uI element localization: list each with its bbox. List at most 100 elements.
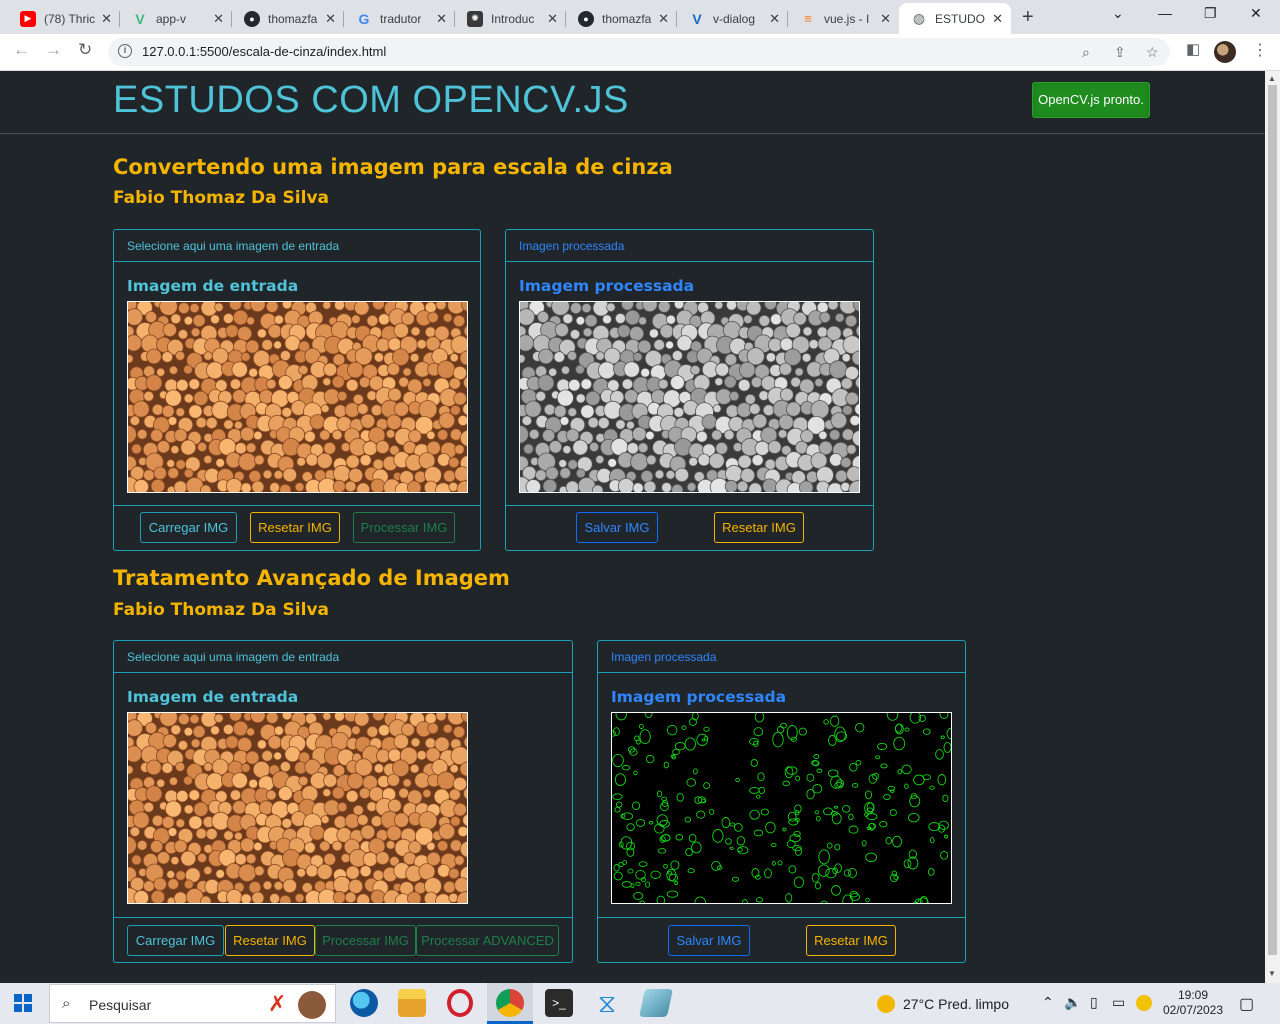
minimize-button[interactable]: — <box>1158 5 1172 21</box>
vue-icon: V <box>135 10 145 27</box>
chrome-app-icon[interactable] <box>496 989 524 1017</box>
browser-tab[interactable]: ● thomazfa ✕ <box>566 3 677 34</box>
close-tab-icon[interactable]: ✕ <box>992 11 1003 27</box>
grayscale-logs-image <box>520 302 859 492</box>
opera-app-icon[interactable] <box>447 989 473 1017</box>
card-header-select-input[interactable]: Selecione aqui uma imagem de entrada <box>114 641 572 673</box>
wood-logs-image <box>128 302 467 492</box>
card-footer: Carregar IMG Resetar IMG Processar IMG <box>114 505 480 550</box>
url-text[interactable]: 127.0.0.1:5500/escala-de-cinza/index.htm… <box>142 44 386 59</box>
card-header-select-input[interactable]: Selecione aqui uma imagem de entrada <box>114 230 480 262</box>
scroll-up-icon[interactable]: ▲ <box>1268 74 1276 83</box>
side-panel-icon[interactable]: ◧ <box>1186 40 1200 58</box>
brand-title[interactable]: ESTUDOS COM OPENCV.JS <box>113 79 629 122</box>
browser-tab-active[interactable]: ◍ ESTUDO ✕ <box>899 3 1011 34</box>
search-placeholder: Pesquisar <box>89 997 152 1013</box>
card-header-processed: Imagen processada <box>598 641 965 673</box>
browser-tab[interactable]: V v-dialog ✕ <box>677 3 788 34</box>
browser-tab[interactable]: ▶ (78) Thric ✕ <box>8 3 120 34</box>
page-viewport: ESTUDOS COM OPENCV.JS OpenCV.js pronto. … <box>0 71 1265 983</box>
processed-contours-image <box>611 712 952 904</box>
close-tab-icon[interactable]: ✕ <box>436 11 447 27</box>
reset-image-button[interactable]: Resetar IMG <box>250 512 340 543</box>
file-explorer-app-icon[interactable] <box>398 989 426 1017</box>
browser-tab[interactable]: V app-v ✕ <box>120 3 232 34</box>
process-advanced-button[interactable]: Processar ADVANCED <box>416 925 559 956</box>
section1-output-card: Imagen processada Imagem processada Salv… <box>505 229 874 551</box>
zoom-icon[interactable]: ⌕ <box>1082 44 1090 61</box>
close-tab-icon[interactable]: ✕ <box>880 11 891 27</box>
terminal-app-icon[interactable]: >_ <box>545 989 573 1017</box>
scroll-down-icon[interactable]: ▼ <box>1268 969 1276 978</box>
search-highlight-icon: ✗ <box>268 991 287 1016</box>
back-icon[interactable]: ← <box>13 40 30 60</box>
process-image-button[interactable]: Processar IMG <box>315 925 416 956</box>
edge-app-icon[interactable] <box>350 989 378 1017</box>
menu-kebab-icon[interactable]: ⋮ <box>1252 40 1268 60</box>
battery-icon[interactable]: ▯ <box>1090 994 1098 1011</box>
scrollbar-thumb[interactable] <box>1268 85 1277 955</box>
tab-search-icon[interactable]: ⌄ <box>1112 5 1124 22</box>
weather-widget[interactable]: 27°C Pred. limpo <box>877 995 1009 1013</box>
load-image-button[interactable]: Carregar IMG <box>140 512 237 543</box>
profile-avatar[interactable] <box>1214 41 1236 63</box>
forward-icon[interactable]: → <box>45 40 62 60</box>
google-icon: G <box>358 10 370 27</box>
input-image <box>127 712 468 904</box>
vuetify-icon: V <box>692 10 702 27</box>
load-image-button[interactable]: Carregar IMG <box>127 925 224 956</box>
windows-start-icon[interactable] <box>14 994 32 1012</box>
restore-button[interactable]: ❐ <box>1204 5 1217 22</box>
update-icon[interactable] <box>1136 995 1152 1011</box>
search-icon: ⌕ <box>62 995 71 1012</box>
browser-tab[interactable]: ≡ vue.js - I ✕ <box>788 3 899 34</box>
github-icon: ● <box>578 10 594 27</box>
page-header: ESTUDOS COM OPENCV.JS OpenCV.js pronto. <box>0 71 1265 134</box>
reset-image-button[interactable]: Resetar IMG <box>225 925 315 956</box>
browser-toolbar: ← → ↻ i 127.0.0.1:5500/escala-de-cinza/i… <box>0 34 1280 71</box>
close-tab-icon[interactable]: ✕ <box>658 11 669 27</box>
site-info-icon[interactable]: i <box>118 44 132 58</box>
app-icon[interactable] <box>639 989 673 1017</box>
github-icon: ● <box>244 10 260 27</box>
reload-icon[interactable]: ↻ <box>78 40 92 60</box>
youtube-icon: ▶ <box>20 10 36 27</box>
system-clock[interactable]: 19:09 02/07/2023 <box>1158 988 1228 1018</box>
browser-tab[interactable]: ● thomazfa ✕ <box>232 3 344 34</box>
share-icon[interactable]: ⇪ <box>1114 44 1126 61</box>
process-image-button[interactable]: Processar IMG <box>353 512 455 543</box>
section2-author: Fabio Thomaz Da Silva <box>113 600 330 620</box>
moon-cloud-icon <box>877 995 895 1013</box>
address-bar[interactable]: i 127.0.0.1:5500/escala-de-cinza/index.h… <box>108 38 1170 66</box>
close-tab-icon[interactable]: ✕ <box>213 11 224 27</box>
save-image-button[interactable]: Salvar IMG <box>668 925 750 956</box>
new-tab-button[interactable]: + <box>1022 6 1034 29</box>
save-image-button[interactable]: Salvar IMG <box>576 512 658 543</box>
card-header-processed: Imagen processada <box>506 230 873 262</box>
taskbar-search-box[interactable]: ⌕ Pesquisar ✗ <box>49 984 336 1023</box>
reset-image-button[interactable]: Resetar IMG <box>714 512 804 543</box>
network-icon[interactable]: ▭ <box>1112 994 1125 1011</box>
reset-image-button[interactable]: Resetar IMG <box>806 925 896 956</box>
page-scrollbar[interactable]: ▲ ▼ <box>1265 71 1280 983</box>
section1-author: Fabio Thomaz Da Silva <box>113 188 330 208</box>
card-footer: Salvar IMG Resetar IMG <box>506 505 873 550</box>
globe-icon: ◍ <box>912 10 926 26</box>
volume-icon[interactable]: 🔈 <box>1064 994 1081 1011</box>
browser-tab[interactable]: ✺ Introduc ✕ <box>455 3 566 34</box>
browser-tab[interactable]: G tradutor ✕ <box>344 3 455 34</box>
close-tab-icon[interactable]: ✕ <box>547 11 558 27</box>
browser-tab-strip: ▶ (78) Thric ✕ V app-v ✕ ● thomazfa ✕ G … <box>0 0 1280 34</box>
show-hidden-icons[interactable]: ⌃ <box>1042 994 1054 1011</box>
close-tab-icon[interactable]: ✕ <box>101 11 112 27</box>
card-title-processed-image: Imagem processada <box>611 688 787 706</box>
bookmark-star-icon[interactable]: ☆ <box>1146 44 1159 61</box>
close-tab-icon[interactable]: ✕ <box>325 11 336 27</box>
card-footer: Carregar IMG Resetar IMG Processar IMG P… <box>114 917 572 962</box>
vscode-app-icon[interactable]: ⧖ <box>593 989 621 1017</box>
close-tab-icon[interactable]: ✕ <box>769 11 780 27</box>
close-window-button[interactable]: ✕ <box>1250 5 1262 22</box>
section2-title: Tratamento Avançado de Imagem <box>113 566 510 590</box>
notifications-icon[interactable]: ▢ <box>1239 994 1254 1014</box>
openai-icon: ✺ <box>467 10 483 27</box>
